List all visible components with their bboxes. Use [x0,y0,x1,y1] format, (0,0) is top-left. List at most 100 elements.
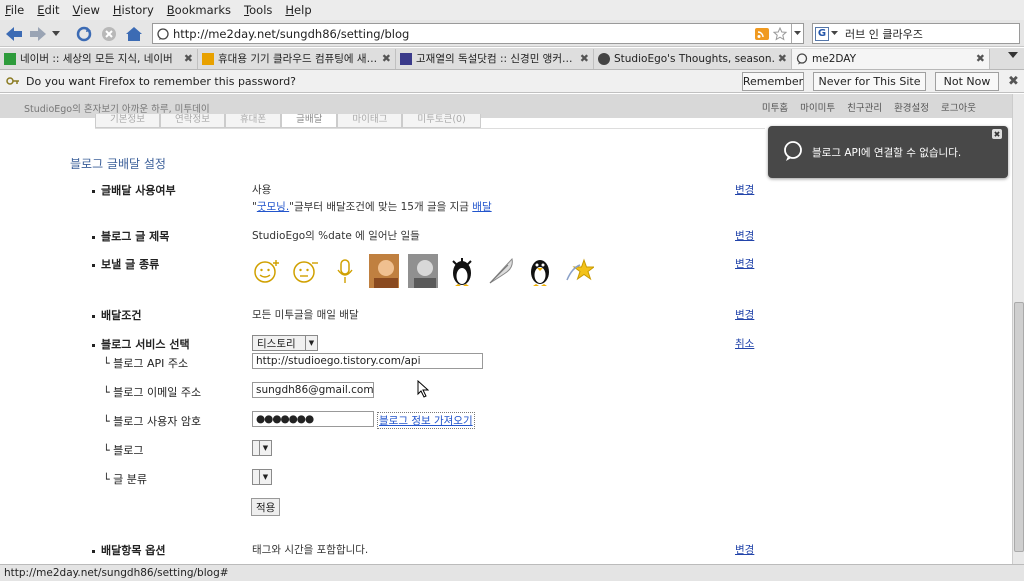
category-select[interactable]: ▼ [252,469,272,485]
tab-cloud-news[interactable]: 휴대용 기기 클라우드 컴퓨팅에 새… ✖ [198,48,396,69]
tab-list-button[interactable] [1008,51,1018,62]
history-dropdown-button[interactable] [50,24,62,44]
tab-label: StudioEgo's Thoughts, season… [614,52,774,65]
avatar-photo-icon [369,254,399,288]
naver-favicon-icon [4,52,16,65]
apply-button[interactable]: 적용 [251,498,281,516]
bullet [92,263,95,267]
menu-tools[interactable]: Tools [244,3,272,17]
close-notification-icon[interactable]: ✖ [1008,74,1019,89]
tab-contact-info[interactable]: 연락정보 [159,114,225,128]
tabs-divider [95,128,765,129]
deliver-now-link[interactable]: 배달 [472,201,491,213]
dropdown-arrow-icon: ▼ [259,470,271,484]
bullet [92,314,95,318]
forward-button[interactable] [28,24,48,44]
site-nav: 미투홈 마이미투 친구관리 환경설정 로그아웃 [750,100,976,114]
menu-file[interactable]: File [5,3,24,17]
usage-detail: "굿모닝."글부터 배달조건에 맞는 15개 글을 지금 배달 [252,199,492,214]
title-label: 블로그 글 제목 [92,228,169,244]
tab-dokseol[interactable]: 고재열의 독설닷컴 :: 신경민 앵커… ✖ [396,48,594,69]
blog-email-input[interactable]: sungdh86@gmail.com [252,382,374,398]
title-edit-link[interactable]: 변경 [735,228,754,243]
nav-logout[interactable]: 로그아웃 [941,100,976,114]
tab-me2day[interactable]: me2DAY ✖ [792,48,990,69]
service-label: 블로그 서비스 선택 [92,336,190,352]
remember-password-button[interactable]: Remember [742,72,804,91]
menu-help[interactable]: Help [285,3,311,17]
me2day-favicon-icon [796,52,808,64]
blog-select[interactable]: ▼ [252,440,272,456]
nav-my-me2[interactable]: 마이미투 [800,100,835,114]
types-edit-link[interactable]: 변경 [735,256,754,271]
menu-bookmarks[interactable]: Bookmarks [167,3,231,17]
vertical-scrollbar[interactable] [1012,94,1024,564]
usage-value: 사용 [252,184,272,196]
tab-basic-info[interactable]: 기본정보 [95,114,160,128]
home-button[interactable] [124,24,144,44]
tab-blog-delivery[interactable]: 글배달 [281,114,338,128]
tab-naver[interactable]: 네이버 :: 세상의 모든 지식, 네이버 ✖ [0,48,198,69]
usage-edit-link[interactable]: 변경 [735,182,754,197]
chevron-down-icon [1008,52,1018,58]
key-icon [6,77,19,85]
microphone-icon [330,254,360,288]
scrollbar-thumb[interactable] [1014,302,1024,552]
fetch-blog-info-link[interactable]: 블로그 정보 가져오기 [379,415,473,427]
tab-me2-token[interactable]: 미투토큰(0) [402,114,481,128]
bullet [92,235,95,239]
tab-label: me2DAY [812,52,857,65]
chevron-down-icon [794,31,801,35]
nav-settings[interactable]: 환경설정 [894,100,929,114]
post-link[interactable]: 굿모닝. [257,201,289,213]
not-now-button[interactable]: Not Now [935,72,999,91]
close-tab-icon[interactable]: ✖ [976,52,985,65]
close-tab-icon[interactable]: ✖ [580,52,589,65]
blog-api-url-input[interactable]: http://studioego.tistory.com/api [252,353,483,369]
close-tab-icon[interactable]: ✖ [184,52,193,65]
tux-penguin-spiky-icon [447,254,477,288]
stop-button[interactable] [99,24,119,44]
search-engine-google-icon[interactable]: G [815,26,829,41]
error-toast: 블로그 API에 연결할 수 없습니다. ✖ [768,126,1008,178]
never-for-this-site-button[interactable]: Never for This Site [813,72,926,91]
blog-service-select[interactable]: 티스토리 ▼ [252,335,318,351]
reload-button[interactable] [74,24,94,44]
usage-label: 글배달 사용여부 [92,182,176,198]
back-button[interactable] [4,24,24,44]
label-text: 블로그 서비스 선택 [101,338,190,351]
quill-pen-icon [486,254,516,288]
post-type-icons [252,254,603,288]
label-text: 글배달 사용여부 [101,184,176,197]
tab-studioego[interactable]: StudioEgo's Thoughts, season… ✖ [594,48,792,69]
nav-me2home[interactable]: 미투홈 [762,100,788,114]
smile-face-icon [252,254,282,288]
tab-mobile[interactable]: 휴대폰 [224,114,282,128]
blog-label: └ 블로그 [103,444,144,457]
menu-history[interactable]: History [113,3,154,17]
bookmark-star-icon[interactable] [773,26,787,41]
menu-view[interactable]: View [73,3,100,17]
close-tab-icon[interactable]: ✖ [382,52,391,65]
close-tab-icon[interactable]: ✖ [778,52,787,65]
service-cancel-link[interactable]: 취소 [735,336,754,351]
tab-my-tags[interactable]: 마이태그 [337,114,403,128]
blog-password-input[interactable]: ●●●●●●● [252,411,374,427]
toast-message: 블로그 API에 연결할 수 없습니다. [812,147,962,159]
search-box[interactable]: G 러브 인 클라우즈 [812,23,1020,44]
bullet [92,549,95,553]
menu-edit[interactable]: Edit [37,3,59,17]
close-toast-icon[interactable]: ✖ [992,129,1002,139]
password-notification-bar: Do you want Firefox to remember this pas… [0,70,1024,93]
url-bar[interactable]: http://me2day.net/sungdh86/setting/blog [152,23,804,44]
category-label: └ 글 분류 [103,473,147,486]
condition-edit-link[interactable]: 변경 [735,307,754,322]
status-bar: http://me2day.net/sungdh86/setting/blog# [0,564,1024,581]
nav-friends[interactable]: 친구관리 [847,100,882,114]
page-content: StudioEgo의 혼자보기 아까운 하루, 미투데이 미투홈 마이미투 친구… [0,94,1012,564]
search-input[interactable]: 러브 인 클라우즈 [845,26,923,42]
rss-feed-icon[interactable] [755,27,769,40]
url-dropdown-button[interactable] [791,24,803,43]
password-label: └ 블로그 사용자 암호 [103,415,202,428]
options-edit-link[interactable]: 변경 [735,542,754,557]
